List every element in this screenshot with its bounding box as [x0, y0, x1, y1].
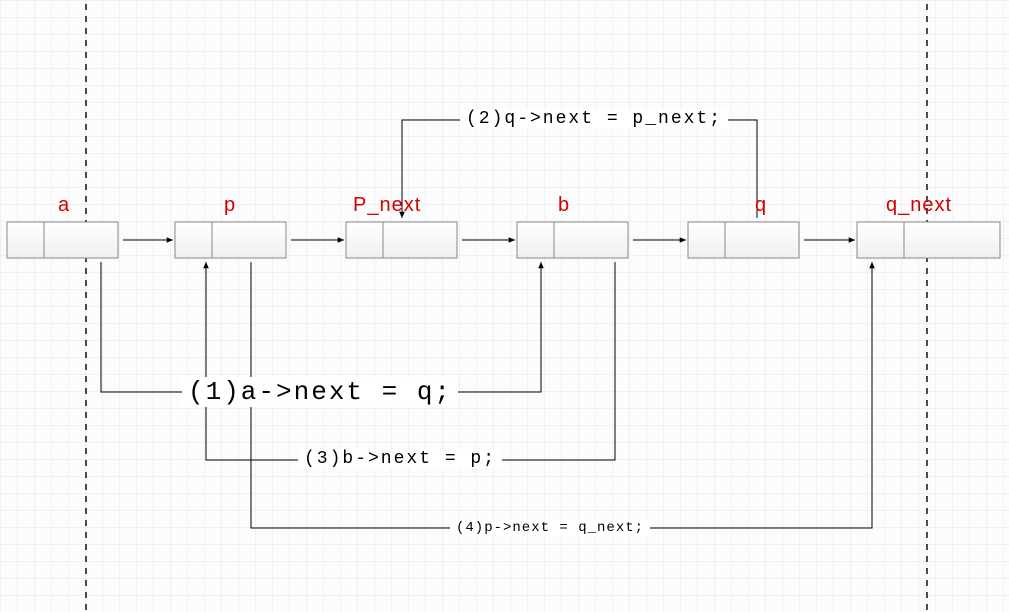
path-step1: [101, 262, 541, 392]
path-step2: [402, 120, 757, 218]
label-p-next: P_next: [353, 194, 421, 217]
path-step3: [206, 262, 615, 460]
step3-label: (3)b->next = p;: [298, 449, 502, 469]
label-a: a: [58, 194, 70, 217]
step4-label: (4)p->next = q_next;: [450, 520, 650, 536]
step2-label: (2)q->next = p_next;: [460, 109, 728, 129]
node-a: [7, 222, 118, 258]
step1-label: (1)a->next = q;: [182, 377, 458, 407]
label-q-next: q_next: [886, 194, 952, 217]
label-q: q: [755, 194, 767, 217]
node-b: [517, 222, 628, 258]
node-p: [175, 222, 286, 258]
node-q-next: [857, 222, 1000, 258]
node-q: [688, 222, 799, 258]
label-b: b: [558, 194, 570, 217]
label-p: p: [224, 194, 236, 217]
node-p-next: [346, 222, 457, 258]
